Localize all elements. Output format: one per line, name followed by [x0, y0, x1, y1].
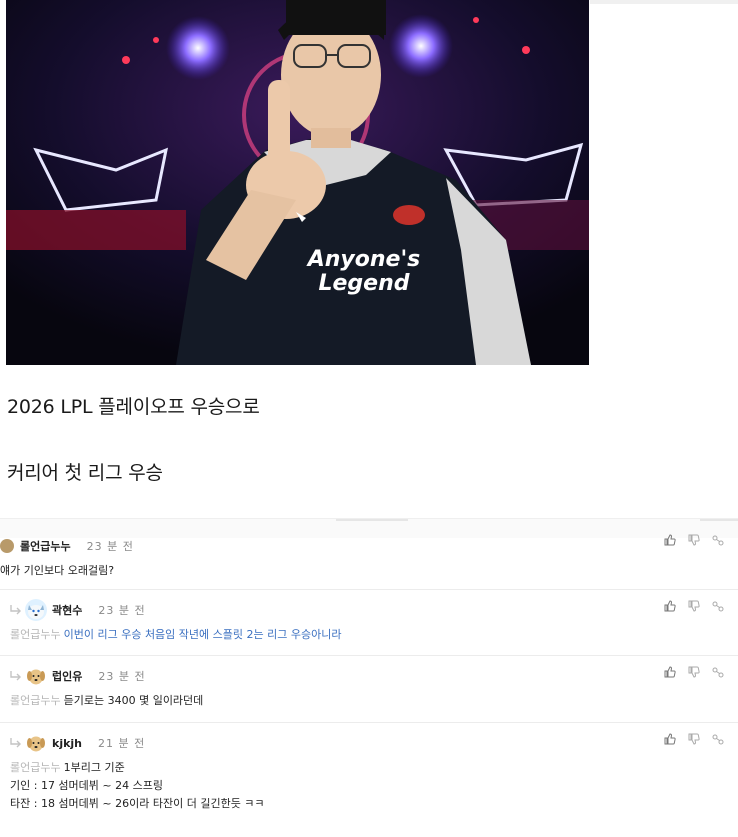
reply-arrow-icon — [10, 738, 21, 748]
mention-tag[interactable]: 롤언급누누 — [10, 694, 61, 707]
comment-header: 럽인유 23 분 전 — [9, 665, 146, 687]
comment-time: 23 분 전 — [98, 670, 146, 683]
jersey-text-2: Legend — [318, 271, 409, 296]
thumbs-down-icon[interactable] — [688, 733, 700, 745]
comment-actions — [664, 666, 724, 678]
side-strip — [590, 0, 738, 4]
reply-item: kjkjh 21 분 전 롤언급누누 1부리그 기준 기인 : 17 섬머데뷔 ~… — [0, 723, 738, 823]
comment-header: 곽현수 23 분 전 — [9, 599, 146, 621]
comment-item: 롤언급누누 23 분 전 얘가 기인보다 오래걸림? — [0, 532, 738, 590]
share-link-icon[interactable] — [712, 666, 724, 678]
comment-header: kjkjh 21 분 전 — [9, 732, 146, 754]
share-link-icon[interactable] — [712, 534, 724, 546]
mention-tag[interactable]: 롤언급누누 — [10, 761, 61, 774]
share-link-icon[interactable] — [712, 733, 724, 745]
thumbs-up-icon[interactable] — [664, 600, 676, 612]
comment-body: 얘가 기인보다 오래걸림? — [0, 564, 115, 577]
thumbs-up-icon[interactable] — [664, 534, 676, 546]
share-link-icon[interactable] — [712, 600, 724, 612]
reply-item: 럽인유 23 분 전 롤언급누누 듣기로는 3400 몇 일이라던데 — [0, 656, 738, 723]
round-badge-icon — [0, 539, 14, 553]
thumbs-down-icon[interactable] — [688, 600, 700, 612]
thumbs-down-icon[interactable] — [688, 534, 700, 546]
comment-text-line-2: 기인 : 17 섬머데뷔 ~ 24 스프링 — [10, 779, 163, 792]
husky-dog-avatar — [25, 599, 47, 621]
golden-dog-avatar — [25, 732, 47, 754]
comment-nickname[interactable]: 럽인유 — [52, 668, 82, 684]
comment-actions — [664, 733, 724, 745]
comment-nickname[interactable]: 곽현수 — [52, 602, 82, 618]
reply-arrow-icon — [10, 605, 21, 615]
player-photo-illustration: Anyone's Legend — [6, 0, 589, 365]
comment-body: 롤언급누누 듣기로는 3400 몇 일이라던데 — [10, 692, 203, 710]
comment-text-line-3: 타잔 : 18 섬머데뷔 ~ 26이라 타잔이 더 길긴한듯 ㅋㅋ — [10, 797, 265, 810]
jersey-text-1: Anyone's — [306, 247, 421, 272]
article-text-line-1: 2026 LPL 플레이오프 우승으로 — [7, 396, 260, 418]
golden-dog-avatar — [25, 665, 47, 687]
comment-text: 듣기로는 3400 몇 일이라던데 — [63, 694, 204, 707]
page: Anyone's Legend 2026 LPL 플레이오프 우승으로 커리어 … — [0, 0, 738, 837]
thumbs-down-icon[interactable] — [688, 666, 700, 678]
thumbs-up-icon[interactable] — [664, 733, 676, 745]
comment-text: 이번이 리그 우승 처음임 작년에 스플릿 2는 리그 우승아니라 — [63, 628, 342, 641]
comment-body: 롤언급누누 1부리그 기준 기인 : 17 섬머데뷔 ~ 24 스프링 타잔 : … — [10, 759, 265, 813]
comment-actions — [664, 600, 724, 612]
comment-time: 21 분 전 — [98, 737, 146, 750]
comment-time: 23 분 전 — [86, 540, 134, 553]
mention-tag[interactable]: 롤언급누누 — [10, 628, 61, 641]
comment-nickname[interactable]: kjkjh — [52, 737, 82, 750]
reply-item: 곽현수 23 분 전 롤언급누누 이번이 리그 우승 처음임 작년에 스플릿 2는… — [0, 590, 738, 656]
comment-actions — [664, 534, 724, 546]
comment-time: 23 분 전 — [98, 604, 146, 617]
reply-arrow-icon — [10, 671, 21, 681]
comment-header: 롤언급누누 23 분 전 — [0, 536, 134, 556]
article-text-line-2: 커리어 첫 리그 우승 — [7, 462, 163, 484]
thumbs-up-icon[interactable] — [664, 666, 676, 678]
comment-body: 롤언급누누 이번이 리그 우승 처음임 작년에 스플릿 2는 리그 우승아니라 — [10, 626, 341, 644]
comment-nickname[interactable]: 롤언급누누 — [20, 538, 71, 554]
article-photo: Anyone's Legend — [6, 0, 589, 365]
comment-text-line-1: 1부리그 기준 — [63, 761, 125, 774]
